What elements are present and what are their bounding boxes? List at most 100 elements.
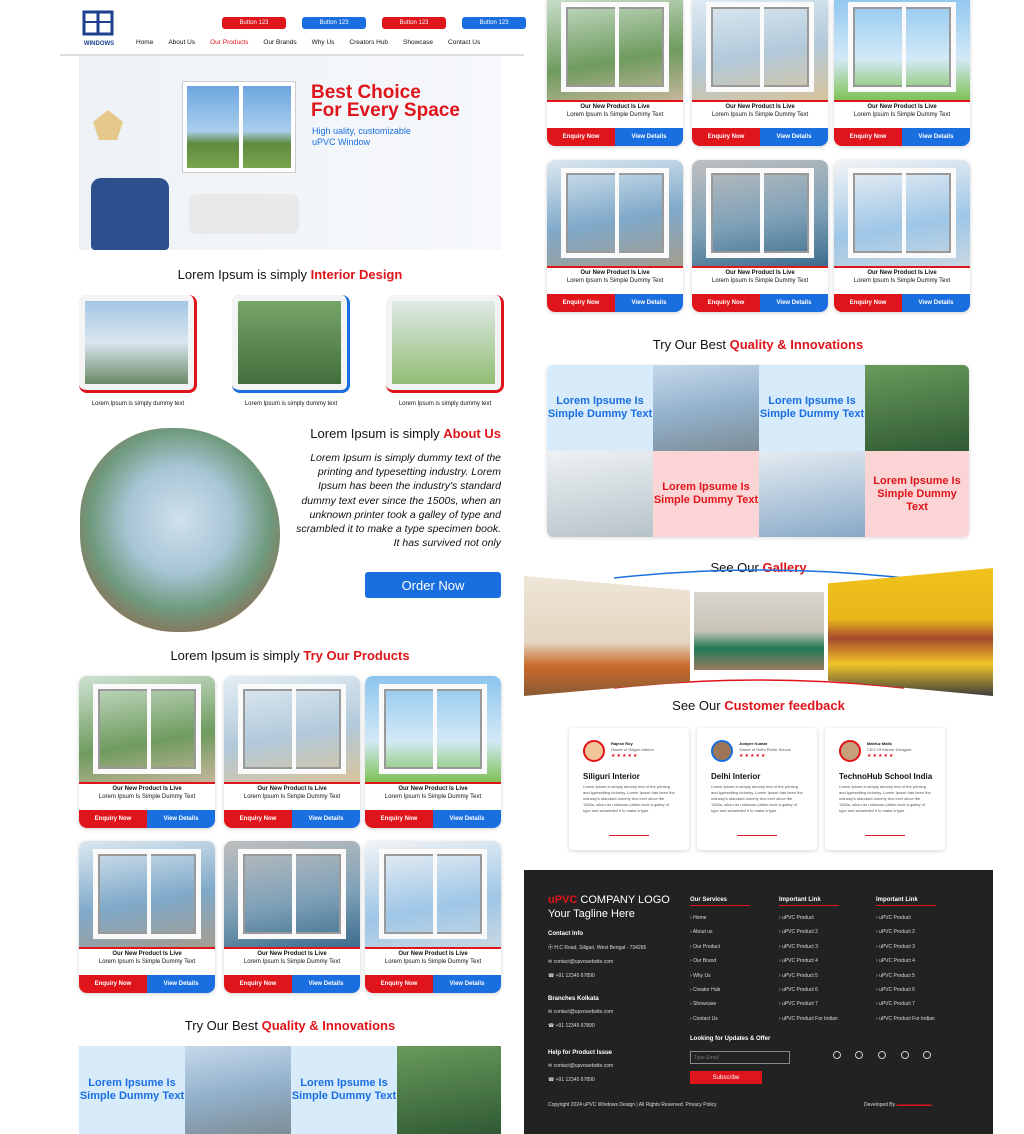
view-details-button[interactable]: View Details (147, 810, 215, 828)
footer-link[interactable]: › uPVC Product For Indian (779, 1012, 838, 1026)
footer-link[interactable]: › uPVC Product (779, 911, 838, 925)
view-details-button[interactable]: View Details (292, 810, 360, 828)
logo[interactable]: WINDOWS (80, 8, 118, 47)
phone-link[interactable]: ☎ +91 12345 67890 (548, 973, 595, 979)
gallery-image-1[interactable] (524, 576, 690, 696)
enquiry-now-button[interactable]: Enquiry Now (547, 128, 615, 146)
footer-link[interactable]: › Creator Hub (690, 983, 720, 997)
footer-link[interactable]: › uPVC Product 5 (876, 969, 935, 983)
view-details-button[interactable]: View Details (147, 975, 215, 993)
enquiry-now-button[interactable]: Enquiry Now (834, 294, 902, 312)
linkedin-icon[interactable] (901, 1051, 909, 1059)
nav-showcase[interactable]: Showcase (403, 39, 433, 46)
updates-heading: Looking for Updates & Offer (690, 1036, 771, 1042)
view-details-button[interactable]: View Details (292, 975, 360, 993)
enquiry-now-button[interactable]: Enquiry Now (79, 810, 147, 828)
branch-email[interactable]: ✉ contact@upvcwebsite.com (548, 1009, 613, 1015)
enquiry-now-button[interactable]: Enquiry Now (224, 975, 292, 993)
view-details-button[interactable]: View Details (615, 128, 683, 146)
youtube-icon[interactable] (923, 1051, 931, 1059)
enquiry-now-button[interactable]: Enquiry Now (692, 128, 760, 146)
enquiry-now-button[interactable]: Enquiry Now (692, 294, 760, 312)
footer-link[interactable]: › About us (690, 925, 720, 939)
header-button-1[interactable]: Button 123 (222, 17, 286, 29)
footer-link[interactable]: › uPVC Product 7 (779, 997, 838, 1011)
footer-link[interactable]: › Why Us (690, 969, 720, 983)
footer-link[interactable]: › uPVC Product 6 (876, 983, 935, 997)
email-link[interactable]: ✉ contact@upvcwebsite.com (548, 959, 613, 965)
help-phone[interactable]: ☎ +91 12345 67890 (548, 1077, 595, 1083)
nav-about[interactable]: About Us (168, 39, 195, 46)
quality-image (759, 451, 865, 537)
reviewer-name: Mahfuz Malik (867, 741, 892, 746)
footer-link[interactable]: › Showcase (690, 997, 720, 1011)
product-card-title: Our New Product Is Live (580, 104, 650, 110)
product-card-title: Our New Product Is Live (112, 951, 182, 957)
facebook-icon[interactable] (833, 1051, 841, 1059)
view-details-button[interactable]: View Details (760, 294, 828, 312)
order-now-button[interactable]: Order Now (365, 572, 501, 598)
feedback-card-title: Delhi Interior (711, 772, 761, 781)
nav-products[interactable]: Our Products (210, 39, 248, 46)
quality-cell: Lorem Ipsume Is Simple Dummy Text (653, 451, 759, 537)
gallery-image-3[interactable] (828, 568, 993, 696)
feedback-card: Rajesh Roy Owner of Siliguri Interior ★★… (569, 728, 689, 850)
nav-creators[interactable]: Creators Hub (349, 39, 388, 46)
interior-image-1[interactable] (79, 295, 197, 393)
header-button-2[interactable]: Button 123 (302, 17, 366, 29)
footer-link[interactable]: › uPVC Product 2 (779, 925, 838, 939)
nav-home[interactable]: Home (136, 39, 153, 46)
product-card: Our New Product Is Live Lorem Ipsum Is Si… (224, 676, 360, 828)
branch-phone[interactable]: ☎ +91 12345 67890 (548, 1023, 595, 1029)
enquiry-now-button[interactable]: Enquiry Now (79, 975, 147, 993)
twitter-icon[interactable] (878, 1051, 886, 1059)
nav-why[interactable]: Why Us (312, 39, 335, 46)
avatar (583, 740, 605, 762)
hero-line-2: For Every Space (311, 100, 460, 121)
product-card-subtitle: Lorem Ipsum Is Simple Dummy Text (853, 278, 951, 284)
footer-link[interactable]: › uPVC Product 3 (876, 940, 935, 954)
header-button-3[interactable]: Button 123 (382, 17, 446, 29)
enquiry-now-button[interactable]: Enquiry Now (365, 975, 433, 993)
newsletter-email-input[interactable] (690, 1051, 790, 1064)
instagram-icon[interactable] (855, 1051, 863, 1059)
enquiry-now-button[interactable]: Enquiry Now (365, 810, 433, 828)
gallery-image-2[interactable] (694, 592, 824, 670)
view-details-button[interactable]: View Details (433, 810, 501, 828)
interior-image-3[interactable] (386, 295, 504, 393)
product-card: Our New Product Is Live Lorem Ipsum Is Si… (692, 160, 828, 312)
footer-link[interactable]: › Our Brand (690, 954, 720, 968)
help-email[interactable]: ✉ contact@upvcwebsite.com (548, 1063, 613, 1069)
footer-link[interactable]: › uPVC Product 3 (779, 940, 838, 954)
footer-link[interactable]: › uPVC Product 2 (876, 925, 935, 939)
product-image (547, 0, 683, 102)
main-nav: Home About Us Our Products Our Brands Wh… (136, 39, 480, 46)
footer-link[interactable]: › uPVC Product For Indian (876, 1012, 935, 1026)
footer-link[interactable]: › Our Product (690, 940, 720, 954)
footer-link[interactable]: › uPVC Product 4 (876, 954, 935, 968)
interior-image-2[interactable] (232, 295, 350, 393)
footer-link[interactable]: › uPVC Product 6 (779, 983, 838, 997)
enquiry-now-button[interactable]: Enquiry Now (224, 810, 292, 828)
footer-link[interactable]: › uPVC Product 4 (779, 954, 838, 968)
footer-link[interactable]: › uPVC Product 7 (876, 997, 935, 1011)
footer-link[interactable]: › uPVC Product 5 (779, 969, 838, 983)
view-details-button[interactable]: View Details (615, 294, 683, 312)
enquiry-now-button[interactable]: Enquiry Now (834, 128, 902, 146)
product-card-title: Our New Product Is Live (725, 104, 795, 110)
enquiry-now-button[interactable]: Enquiry Now (547, 294, 615, 312)
quality-image (397, 1046, 501, 1134)
nav-brands[interactable]: Our Brands (263, 39, 296, 46)
nav-contact[interactable]: Contact Us (448, 39, 480, 46)
header-button-4[interactable]: Button 123 (462, 17, 526, 29)
footer-link[interactable]: › Home (690, 911, 720, 925)
subscribe-button[interactable]: Subscribe (690, 1071, 762, 1084)
view-details-button[interactable]: View Details (902, 128, 970, 146)
footer-link[interactable]: › uPVC Product (876, 911, 935, 925)
footer-link[interactable]: › Contact Us (690, 1012, 720, 1026)
footer-logo: uPVC COMPANY LOGO (548, 894, 670, 906)
view-details-button[interactable]: View Details (760, 128, 828, 146)
product-card-title: Our New Product Is Live (112, 786, 182, 792)
view-details-button[interactable]: View Details (902, 294, 970, 312)
view-details-button[interactable]: View Details (433, 975, 501, 993)
